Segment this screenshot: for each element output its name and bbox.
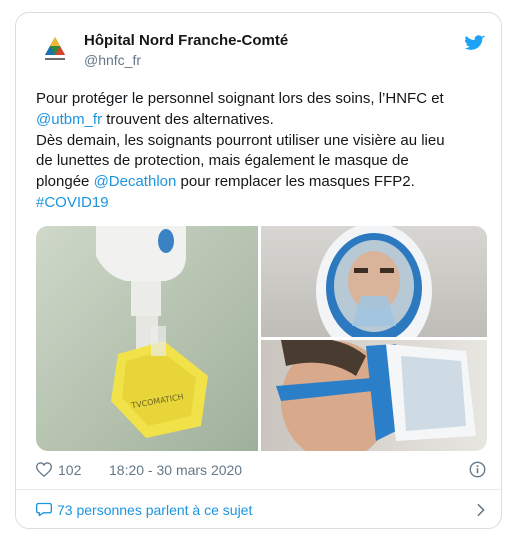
- tweet-text-line: plongée @Decathlon pour remplacer les ma…: [36, 172, 488, 193]
- tweet-header: Hôpital Nord Franche-Comté @hnfc_fr: [36, 31, 485, 75]
- like-count: 102: [58, 462, 82, 478]
- tweet-text-line: Pour protéger le personnel soignant lors…: [36, 90, 444, 107]
- hospital-logo-icon: [45, 37, 65, 60]
- speech-bubble-icon: [36, 502, 52, 517]
- avatar[interactable]: [36, 31, 74, 69]
- author-handle[interactable]: @hnfc_fr: [84, 52, 141, 68]
- tweet-meta: 102 18:20 - 30 mars 2020: [36, 459, 488, 481]
- hashtag-covid19-link[interactable]: #COVID19: [36, 193, 488, 214]
- chevron-right-icon[interactable]: [476, 503, 486, 517]
- heart-icon[interactable]: [36, 462, 52, 477]
- tweet-text-line: de lunettes de protection, mais égalemen…: [36, 152, 409, 170]
- tweet-text-fragment: plongée: [36, 173, 94, 191]
- conversation-link[interactable]: 73 personnes parlent à ce sujet: [36, 499, 488, 521]
- mention-utbm-link[interactable]: @utbm_fr: [36, 111, 102, 128]
- tweet-card[interactable]: Hôpital Nord Franche-Comté @hnfc_fr Pour…: [15, 12, 502, 529]
- twitter-bird-icon[interactable]: [465, 35, 485, 52]
- tweet-text-fragment: pour remplacer les masques FFP2.: [176, 173, 415, 191]
- divider: [16, 489, 501, 490]
- face-mask-side-photo[interactable]: [261, 337, 487, 451]
- mention-decathlon-link[interactable]: @Decathlon: [94, 173, 177, 190]
- tweet-text: Pour protéger le personnel soignant lors…: [36, 89, 488, 214]
- tweet-text-line: Dès demain, les soignants pourront utili…: [36, 131, 445, 149]
- tweet-timestamp[interactable]: 18:20 - 30 mars 2020: [109, 462, 242, 478]
- valve-filter-photo[interactable]: TVCOMATICH: [36, 226, 258, 451]
- author-name[interactable]: Hôpital Nord Franche-Comté: [84, 32, 288, 49]
- media-grid: TVCOMATICH: [36, 226, 487, 451]
- conversation-label[interactable]: 73 personnes parlent à ce sujet: [57, 502, 252, 518]
- tweet-text-fragment: trouvent des alternatives.: [102, 110, 274, 128]
- info-icon[interactable]: [469, 461, 486, 478]
- tweet-text-line: @utbm_fr trouvent des alternatives.: [36, 110, 488, 131]
